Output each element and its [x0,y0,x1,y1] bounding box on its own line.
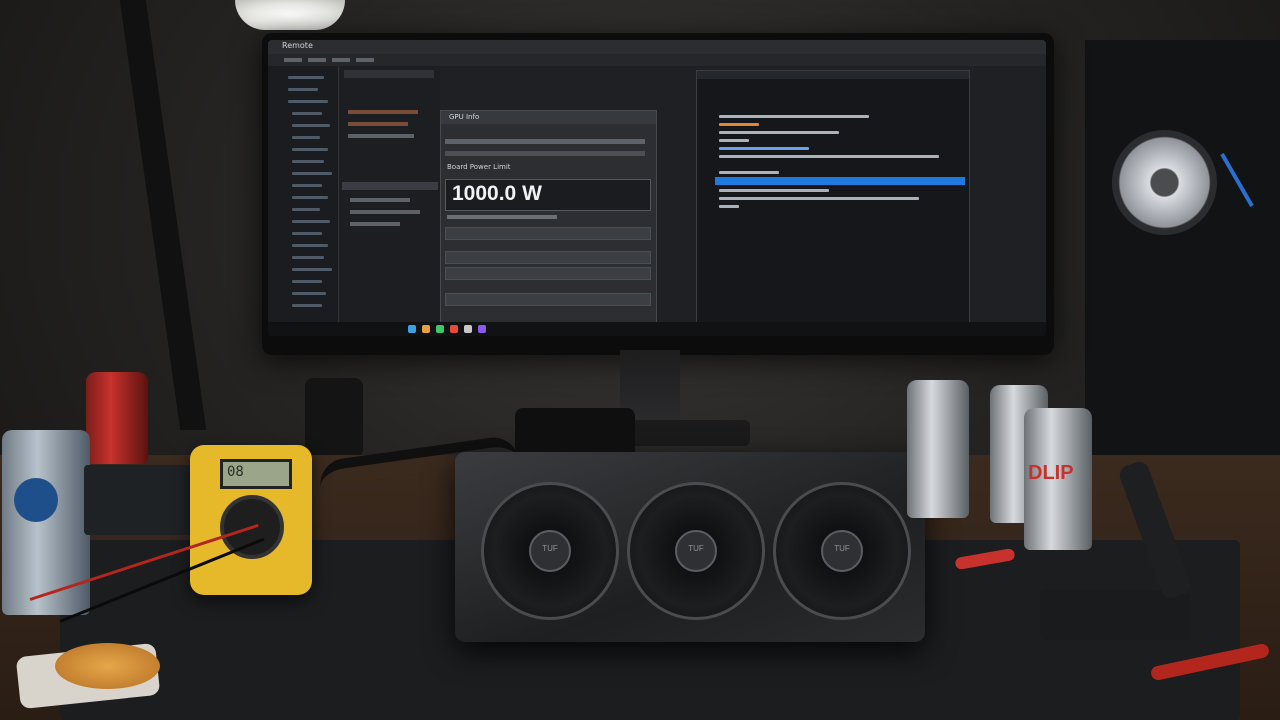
properties-panel [340,66,440,322]
tree-item [292,256,324,259]
taskbar-app-icon [464,325,472,333]
energy-drink-can-silver [907,380,969,518]
editor-tabs [697,71,969,79]
list-item [350,198,410,202]
graphics-card: TUF TUF TUF [455,408,925,642]
section-label: Board Power Limit [447,163,511,171]
gpu-power-connectors [515,408,635,452]
gpu-fan-hub: TUF [821,530,863,572]
speaker [305,378,363,458]
taskbar-app-icon [436,325,444,333]
menu-item [284,58,302,62]
panel-header [344,70,434,78]
tab-row [445,151,645,156]
tree-item [292,280,322,283]
gpu-fan-hub: TUF [675,530,717,572]
code-line [719,147,809,150]
multimeter-reading: 08 [227,464,244,480]
tree-item [292,292,326,295]
can-blue-logo [14,478,58,522]
code-line [719,123,759,126]
tree-item [292,148,328,151]
desk-lamp-head [235,0,345,30]
power-limit-display: 1000.0 W [445,179,651,211]
multimeter: 08 [190,445,312,595]
circuit-board [84,465,194,535]
energy-drink-can-blue [2,430,90,615]
dialog-title: GPU Info [449,113,480,121]
code-line [719,115,869,118]
taskbar [268,322,1046,336]
gpu-fan-logo: TUF [688,544,704,553]
tree-item [292,136,320,139]
pastry [55,643,160,689]
menu-bar [268,54,1046,66]
tree-item [292,220,330,223]
window-title: Remote [282,41,313,50]
code-editor [696,70,970,324]
tree-item [288,88,318,91]
tree-item [292,160,324,163]
power-limit-value: 1000.0 W [452,182,542,205]
desk-lamp-arm [119,0,207,430]
gpu-fan-logo: TUF [834,544,850,553]
tree-item [292,208,320,211]
menu-item [356,58,374,62]
photo-scene: Remote GPU Info Board Power Limit 1000.0… [0,0,1280,720]
list-item [348,122,408,126]
tree-item [292,232,322,235]
gpu-fan-left: TUF [481,482,619,620]
file-tree-panel [268,66,339,322]
case-fan [1112,130,1217,235]
info-field [445,267,651,280]
taskbar-app-icon [408,325,416,333]
selected-code-line [715,177,965,185]
gpu-fan-middle: TUF [627,482,765,620]
code-line [719,189,829,192]
list-item-selected [342,182,438,190]
can-brand-label: DLIP [1028,462,1074,484]
menu-item [308,58,326,62]
code-line [719,131,839,134]
gpu-fan-right: TUF [773,482,911,620]
tree-item [292,112,322,115]
multimeter-display: 08 [220,459,292,489]
list-item [348,134,414,138]
info-line [447,215,557,219]
dialog-titlebar: GPU Info [441,111,656,124]
code-line [719,171,779,174]
tree-item [292,244,328,247]
code-line [719,139,749,142]
taskbar-app-icon [422,325,430,333]
monitor-screen: Remote GPU Info Board Power Limit 1000.0… [268,40,1046,336]
gpu-fan-hub: TUF [529,530,571,572]
code-line [719,155,939,158]
code-line [719,197,919,200]
taskbar-app-icon [450,325,458,333]
energy-drink-can-red [86,372,148,464]
tree-item [292,124,330,127]
taskbar-app-icon [478,325,486,333]
tree-item [292,268,332,271]
energy-drink-can-silver-3: DLIP [1024,408,1092,550]
code-line [719,205,739,208]
list-item [350,210,420,214]
gpu-info-dialog: GPU Info Board Power Limit 1000.0 W [440,110,657,324]
window-titlebar: Remote [268,40,1046,54]
menu-item [332,58,350,62]
gpu-fan-logo: TUF [542,544,558,553]
tree-item [288,76,324,79]
tree-item [292,184,322,187]
info-field [445,251,651,264]
tab-row [445,139,645,144]
tree-item [292,304,322,307]
tree-item [292,196,328,199]
tree-item [292,172,332,175]
info-field [445,293,651,306]
list-item [348,110,418,114]
info-field [445,227,651,240]
tree-item [288,100,328,103]
list-item [350,222,400,226]
